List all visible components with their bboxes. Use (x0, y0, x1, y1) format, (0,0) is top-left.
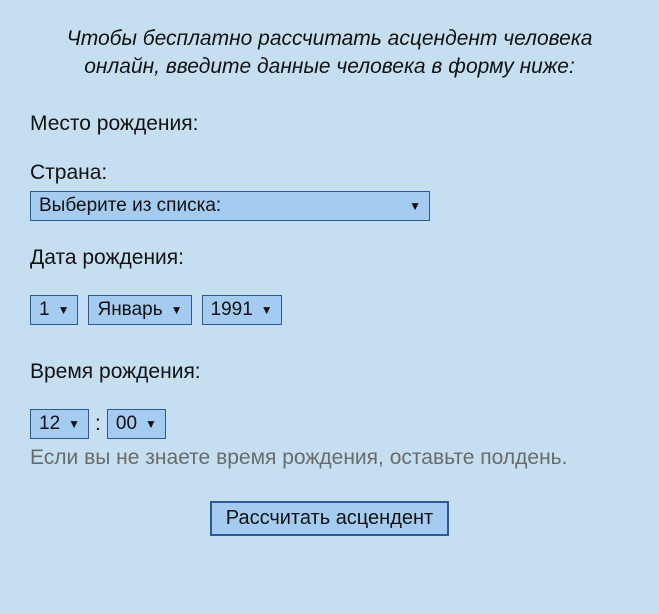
time-hint: Если вы не знаете время рождения, оставь… (30, 444, 629, 471)
calculate-button[interactable]: Рассчитать асцендент (210, 501, 449, 536)
hour-value: 12 (39, 413, 60, 435)
chevron-down-icon: ▼ (68, 417, 80, 431)
birthtime-label: Время рождения: (30, 360, 629, 384)
year-value: 1991 (211, 299, 253, 321)
intro-text: Чтобы бесплатно рассчитать асцендент чел… (30, 25, 629, 82)
birthplace-label: Место рождения: (30, 112, 629, 136)
country-selected-value: Выберите из списка: (39, 195, 221, 217)
year-select[interactable]: 1991 ▼ (202, 295, 282, 325)
country-label: Страна: (30, 161, 629, 185)
month-select[interactable]: Январь ▼ (88, 295, 191, 325)
birthdate-label: Дата рождения: (30, 246, 629, 270)
chevron-down-icon: ▼ (261, 303, 273, 317)
minute-value: 00 (116, 413, 137, 435)
chevron-down-icon: ▼ (409, 199, 421, 213)
country-select[interactable]: Выберите из списка: ▼ (30, 191, 430, 221)
chevron-down-icon: ▼ (58, 303, 70, 317)
month-value: Январь (97, 299, 162, 321)
day-select[interactable]: 1 ▼ (30, 295, 78, 325)
day-value: 1 (39, 299, 50, 321)
hour-select[interactable]: 12 ▼ (30, 409, 89, 439)
minute-select[interactable]: 00 ▼ (107, 409, 166, 439)
chevron-down-icon: ▼ (145, 417, 157, 431)
chevron-down-icon: ▼ (171, 303, 183, 317)
time-separator: : (95, 412, 101, 436)
